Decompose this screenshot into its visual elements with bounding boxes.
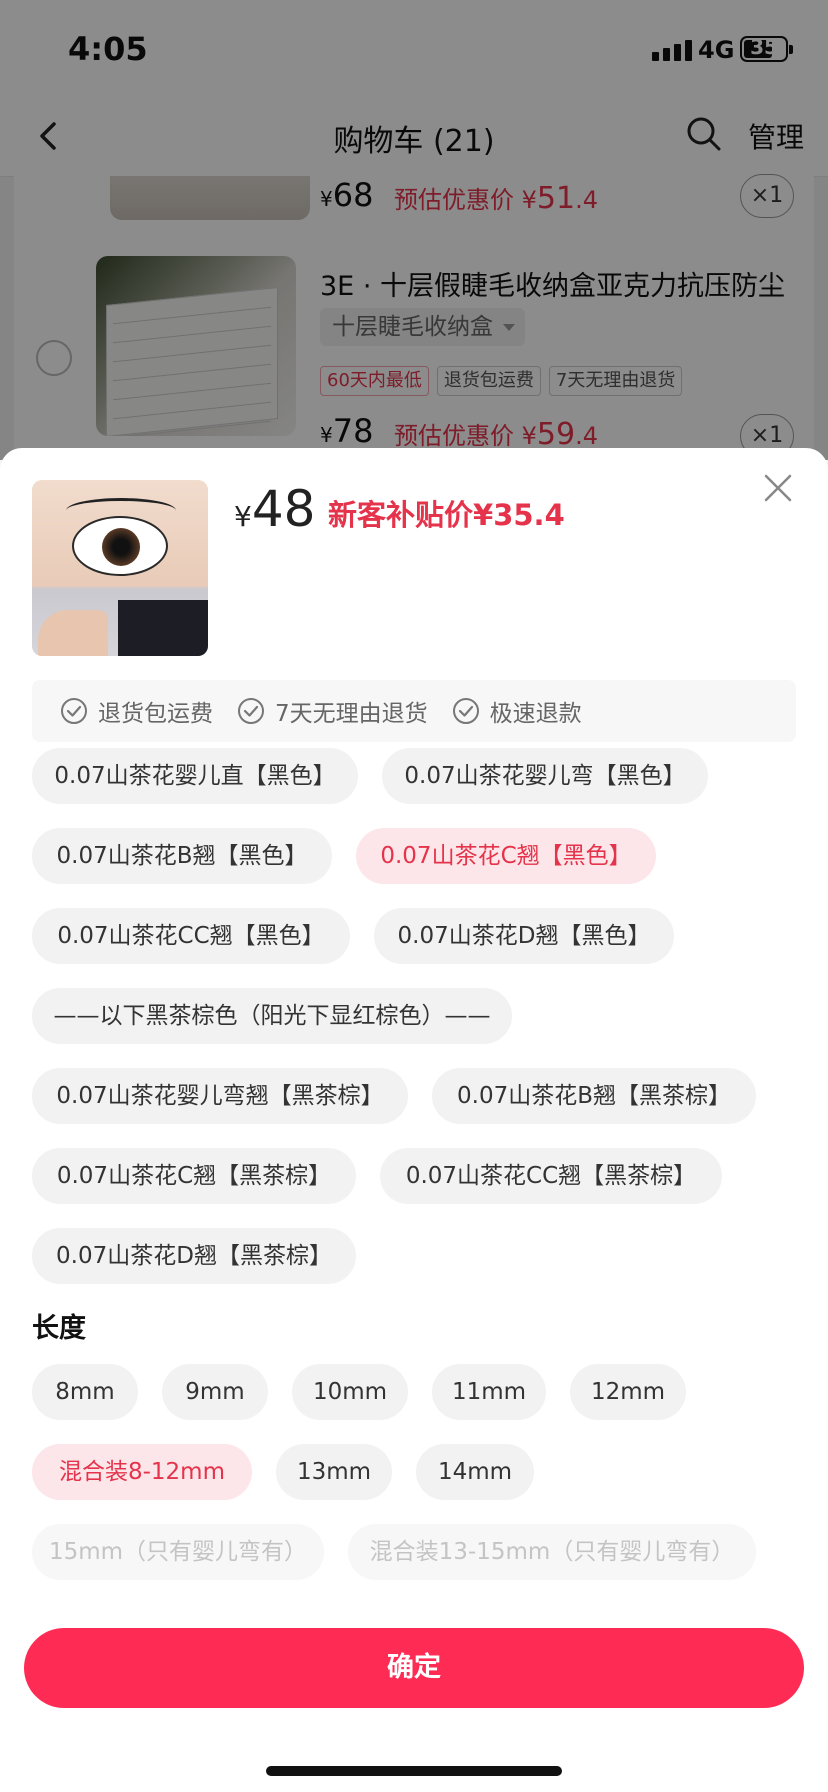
benefit-item: 7天无理由退货: [237, 694, 428, 728]
length-option[interactable]: 12mm: [570, 1364, 686, 1420]
style-divider-option[interactable]: ——以下黑茶棕色（阳光下显红棕色）——: [32, 988, 512, 1044]
length-option[interactable]: 8mm: [32, 1364, 138, 1420]
sku-bottom-sheet: ¥48 新客补贴价¥35.4 退货包运费 7天无理由退货 极速退款 0.07山茶…: [0, 448, 828, 1792]
length-option[interactable]: 13mm: [276, 1444, 392, 1500]
service-benefits: 退货包运费 7天无理由退货 极速退款: [32, 680, 796, 742]
length-option[interactable]: 11mm: [432, 1364, 546, 1420]
style-option[interactable]: 0.07山茶花CC翘【黑茶棕】: [380, 1148, 722, 1204]
length-option[interactable]: 14mm: [416, 1444, 534, 1500]
style-option[interactable]: 0.07山茶花B翘【黑茶棕】: [432, 1068, 756, 1124]
style-option[interactable]: 0.07山茶花D翘【黑色】: [374, 908, 674, 964]
benefit-item: 极速退款: [452, 694, 582, 728]
length-option[interactable]: 9mm: [162, 1364, 268, 1420]
home-indicator[interactable]: [266, 1766, 562, 1776]
length-option-disabled: 15mm（只有婴儿弯有）: [32, 1524, 324, 1580]
length-option[interactable]: 10mm: [292, 1364, 408, 1420]
style-option[interactable]: 0.07山茶花CC翘【黑色】: [32, 908, 350, 964]
check-circle-icon: [238, 698, 264, 724]
product-image[interactable]: [32, 480, 208, 656]
style-option[interactable]: 0.07山茶花C翘【黑茶棕】: [32, 1148, 356, 1204]
benefit-item: 退货包运费: [60, 694, 213, 728]
close-icon[interactable]: [760, 470, 796, 506]
style-option[interactable]: 0.07山茶花婴儿弯翘【黑茶棕】: [32, 1068, 408, 1124]
style-option-selected[interactable]: 0.07山茶花C翘【黑色】: [356, 828, 656, 884]
style-option[interactable]: 0.07山茶花B翘【黑色】: [32, 828, 332, 884]
style-option[interactable]: 0.07山茶花婴儿弯【黑色】: [382, 748, 708, 804]
subsidy-price: 新客补贴价¥35.4: [328, 498, 565, 532]
style-option[interactable]: 0.07山茶花D翘【黑茶棕】: [32, 1228, 356, 1284]
sku-price: ¥48: [234, 480, 316, 538]
check-circle-icon: [61, 698, 87, 724]
style-option[interactable]: 0.07山茶花婴儿直【黑色】: [32, 748, 358, 804]
confirm-button[interactable]: 确定: [24, 1628, 804, 1708]
length-option-selected[interactable]: 混合装8-12mm: [32, 1444, 252, 1500]
length-title: 长度: [32, 1313, 86, 1344]
dim-overlay[interactable]: [0, 0, 828, 460]
check-circle-icon: [452, 698, 479, 724]
length-option-disabled: 混合装13-15mm（只有婴儿弯有）: [348, 1524, 756, 1580]
